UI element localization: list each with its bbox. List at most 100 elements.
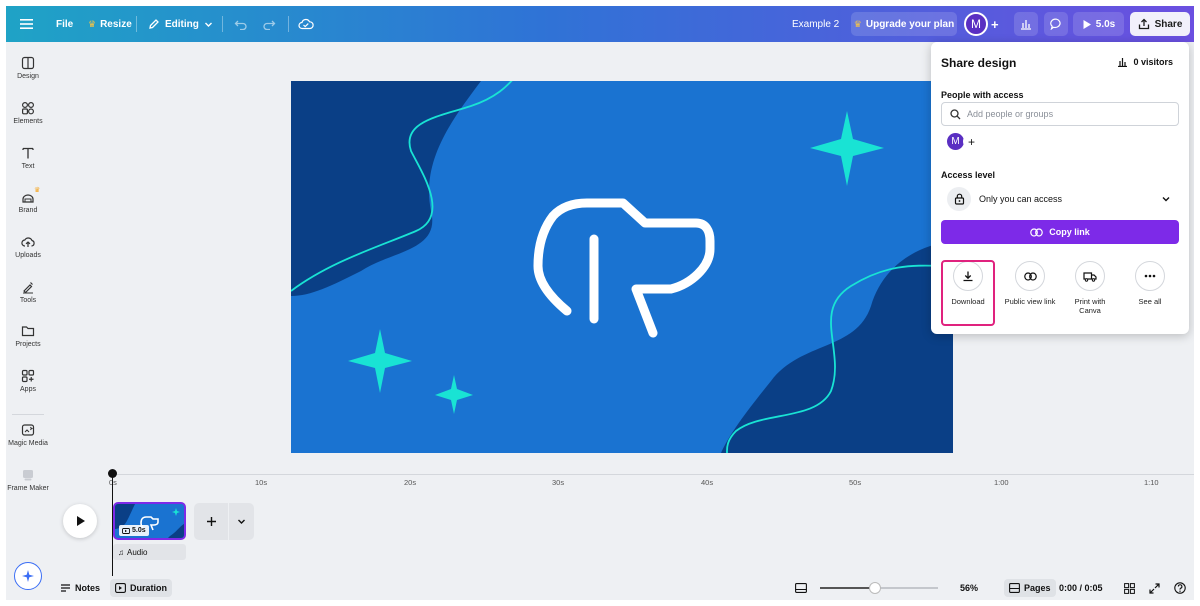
zoom-slider-handle[interactable] [869, 582, 882, 594]
sidebar-item-text[interactable]: Text [6, 146, 50, 186]
zoom-percentage[interactable]: 56% [960, 579, 978, 597]
elements-icon [21, 101, 35, 115]
access-level-label: Access level [941, 170, 996, 180]
resize-button[interactable]: ♛ Resize [88, 6, 132, 42]
notes-button[interactable]: Notes [60, 579, 100, 597]
upgrade-button[interactable]: ♛ Upgrade your plan [851, 12, 957, 36]
redo-icon [263, 20, 276, 30]
editing-dropdown[interactable]: Editing [148, 6, 213, 42]
collaborator-avatar[interactable]: M [947, 133, 964, 150]
design-canvas[interactable] [291, 81, 953, 453]
sidebar-divider [12, 414, 44, 415]
playhead[interactable] [112, 470, 113, 576]
people-access-label: People with access [941, 90, 1024, 100]
help-icon [1174, 582, 1186, 594]
tools-icon [23, 282, 33, 294]
add-collaborator-button[interactable]: + [963, 133, 980, 150]
add-collaborator-button[interactable]: + [991, 6, 999, 42]
sidebar-item-uploads[interactable]: Uploads [6, 235, 50, 275]
sparkle-icon [22, 570, 34, 582]
timeline-tick: 20s [404, 478, 417, 487]
undo-button[interactable] [234, 6, 248, 42]
cloud-save-button[interactable] [298, 6, 314, 42]
chevron-down-icon [204, 22, 212, 27]
page-clip[interactable]: 5.0s [113, 502, 186, 540]
left-sidebar: Design Elements Text Brand ♛ Uploads Too… [6, 42, 50, 600]
user-avatar[interactable]: M [964, 12, 988, 36]
present-play-button[interactable]: 5.0s [1073, 12, 1124, 36]
timer-video-icon [115, 583, 126, 593]
download-highlight-box [941, 260, 995, 326]
sidebar-item-frame-maker[interactable]: Frame Maker [6, 468, 50, 508]
grid-view-button[interactable] [1124, 579, 1135, 597]
menu-button[interactable] [20, 6, 34, 42]
divider [222, 16, 223, 32]
fullscreen-button[interactable] [1149, 579, 1160, 597]
add-people-input[interactable] [967, 109, 1167, 119]
share-design-panel: Share design 0 visitors People with acce… [931, 42, 1189, 334]
comments-button[interactable] [1044, 12, 1068, 36]
add-page-options-button[interactable] [229, 503, 254, 540]
document-title[interactable]: Example 2 [792, 6, 839, 42]
redo-button[interactable] [262, 6, 276, 42]
access-level-dropdown[interactable]: Only you can access [941, 185, 1179, 213]
zoom-slider[interactable] [820, 582, 938, 594]
timeline-play-button[interactable] [63, 504, 97, 538]
text-icon [22, 147, 34, 159]
frame-maker-icon [23, 470, 33, 481]
file-menu[interactable]: File [56, 6, 73, 42]
sidebar-item-tools[interactable]: Tools [6, 280, 50, 320]
sidebar-item-elements[interactable]: Elements [6, 101, 50, 141]
divider [136, 16, 137, 32]
share-panel-title: Share design [941, 56, 1017, 70]
insights-button[interactable] [1014, 12, 1038, 36]
timeline: 0s 10s 20s 30s 40s 50s 1:00 1:10 5.0s [50, 464, 1194, 576]
crown-icon: ♛ [853, 18, 862, 29]
grid-icon [1124, 582, 1135, 594]
design-icon [21, 56, 35, 70]
copy-link-button[interactable]: Copy link [941, 220, 1179, 244]
notes-icon [61, 584, 70, 592]
sidebar-item-magic-media[interactable]: Magic Media [6, 423, 50, 463]
link-icon [1015, 261, 1045, 291]
share-button[interactable]: Share [1130, 12, 1190, 36]
timeline-tick: 1:00 [994, 478, 1009, 487]
visitors-count[interactable]: 0 visitors [1117, 57, 1173, 67]
fit-view-button[interactable] [795, 579, 807, 597]
zoom-slider-fill [820, 587, 876, 589]
chevron-down-icon [238, 519, 245, 524]
duration-button[interactable]: Duration [110, 579, 172, 597]
sidebar-item-design[interactable]: Design [6, 56, 50, 96]
playhead-handle[interactable] [108, 469, 117, 478]
timeline-tick: 30s [552, 478, 565, 487]
uploads-icon [21, 237, 35, 247]
pencil-icon [149, 19, 159, 29]
comment-icon [1049, 18, 1061, 30]
print-with-canva-option[interactable]: Print with Canva [1060, 261, 1120, 315]
canvas-artwork [291, 81, 953, 453]
help-button[interactable] [1174, 579, 1186, 597]
add-people-search[interactable] [941, 102, 1179, 126]
play-icon [1083, 19, 1091, 29]
magic-media-icon [21, 424, 35, 436]
bar-chart-icon [1118, 58, 1128, 67]
timeline-tick: 1:10 [1144, 478, 1159, 487]
magic-assistant-button[interactable] [14, 562, 42, 590]
public-view-link-option[interactable]: Public view link [1000, 261, 1060, 306]
sidebar-item-brand[interactable]: Brand ♛ [6, 187, 50, 230]
see-all-option[interactable]: See all [1120, 261, 1180, 306]
cloud-check-icon [298, 18, 314, 30]
timeline-ruler [112, 474, 1194, 475]
timeline-tick: 40s [701, 478, 714, 487]
add-page-button[interactable] [194, 503, 228, 540]
truck-icon [1075, 261, 1105, 291]
undo-icon [234, 20, 247, 30]
link-icon [1030, 227, 1044, 237]
pages-button[interactable]: Pages [1004, 579, 1056, 597]
chevron-down-icon [1162, 197, 1170, 202]
sidebar-item-projects[interactable]: Projects [6, 324, 50, 364]
audio-track[interactable]: ♫ Audio [113, 544, 186, 560]
sidebar-item-apps[interactable]: Apps [6, 369, 50, 409]
timeline-tick: 10s [255, 478, 268, 487]
hamburger-icon [20, 19, 33, 29]
